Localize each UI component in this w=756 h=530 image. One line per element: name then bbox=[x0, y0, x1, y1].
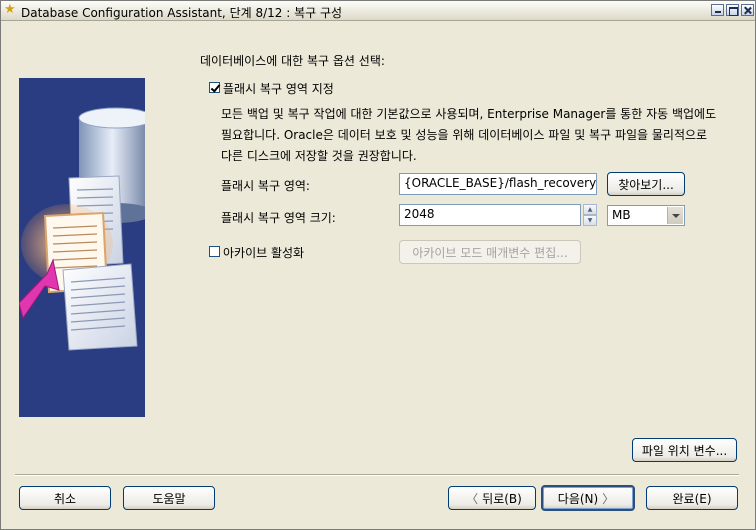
next-button-label: 다음(N) bbox=[557, 491, 599, 506]
spin-up-icon[interactable]: ▲ bbox=[583, 204, 597, 215]
flash-recovery-description: 모든 백업 및 복구 작업에 대한 기본값으로 사용되며, Enterprise… bbox=[221, 107, 717, 163]
archive-checkbox[interactable] bbox=[209, 246, 220, 257]
database-illustration bbox=[19, 78, 145, 417]
recovery-options-heading: 데이터베이스에 대한 복구 옵션 선택: bbox=[200, 54, 385, 68]
archive-checkbox-label[interactable]: 아카이브 활성화 bbox=[223, 244, 304, 261]
dbca-window: ★ Database Configuration Assistant, 단계 8… bbox=[0, 0, 756, 530]
title-bar[interactable]: ★ Database Configuration Assistant, 단계 8… bbox=[1, 1, 755, 21]
back-button-label: 뒤로(B) bbox=[482, 491, 522, 506]
chevron-right-icon: 〉 bbox=[602, 491, 615, 506]
minimize-icon[interactable] bbox=[711, 4, 724, 16]
window-title: Database Configuration Assistant, 단계 8/1… bbox=[21, 6, 343, 20]
chevron-left-icon: 〈 bbox=[466, 491, 479, 506]
size-unit-select[interactable]: MB bbox=[607, 205, 685, 226]
flash-recovery-area-input[interactable]: {ORACLE_BASE}/flash_recovery_ bbox=[399, 173, 597, 195]
chevron-down-icon[interactable] bbox=[667, 207, 683, 224]
cancel-button[interactable]: 취소 bbox=[19, 486, 111, 510]
app-star-icon: ★ bbox=[4, 2, 16, 17]
file-location-variables-button[interactable]: 파일 위치 변수... bbox=[632, 438, 737, 462]
flash-recovery-size-input[interactable]: 2048 bbox=[399, 204, 581, 226]
flash-recovery-area-label: 플래시 복구 영역: bbox=[221, 179, 310, 193]
size-spinner[interactable]: ▲ ▼ bbox=[583, 204, 597, 226]
flash-recovery-checkbox-label[interactable]: 플래시 복구 영역 지정 bbox=[223, 80, 334, 97]
database-documents-icon bbox=[19, 78, 145, 417]
browse-button[interactable]: 찾아보기... bbox=[607, 172, 685, 196]
back-button[interactable]: 〈 뒤로(B) bbox=[448, 486, 536, 510]
maximize-icon[interactable] bbox=[726, 4, 739, 16]
spin-down-icon[interactable]: ▼ bbox=[583, 215, 597, 226]
next-button[interactable]: 다음(N) 〉 bbox=[541, 485, 635, 511]
footer-divider bbox=[15, 474, 739, 476]
flash-recovery-checkbox[interactable] bbox=[209, 82, 220, 93]
finish-button[interactable]: 완료(E) bbox=[646, 486, 738, 510]
flash-recovery-size-label: 플래시 복구 영역 크기: bbox=[221, 211, 336, 225]
size-unit-value: MB bbox=[612, 208, 631, 222]
close-icon[interactable] bbox=[741, 4, 754, 16]
edit-archive-params-button[interactable]: 아카이브 모드 매개변수 편집... bbox=[399, 240, 581, 264]
help-button[interactable]: 도움말 bbox=[123, 486, 215, 510]
